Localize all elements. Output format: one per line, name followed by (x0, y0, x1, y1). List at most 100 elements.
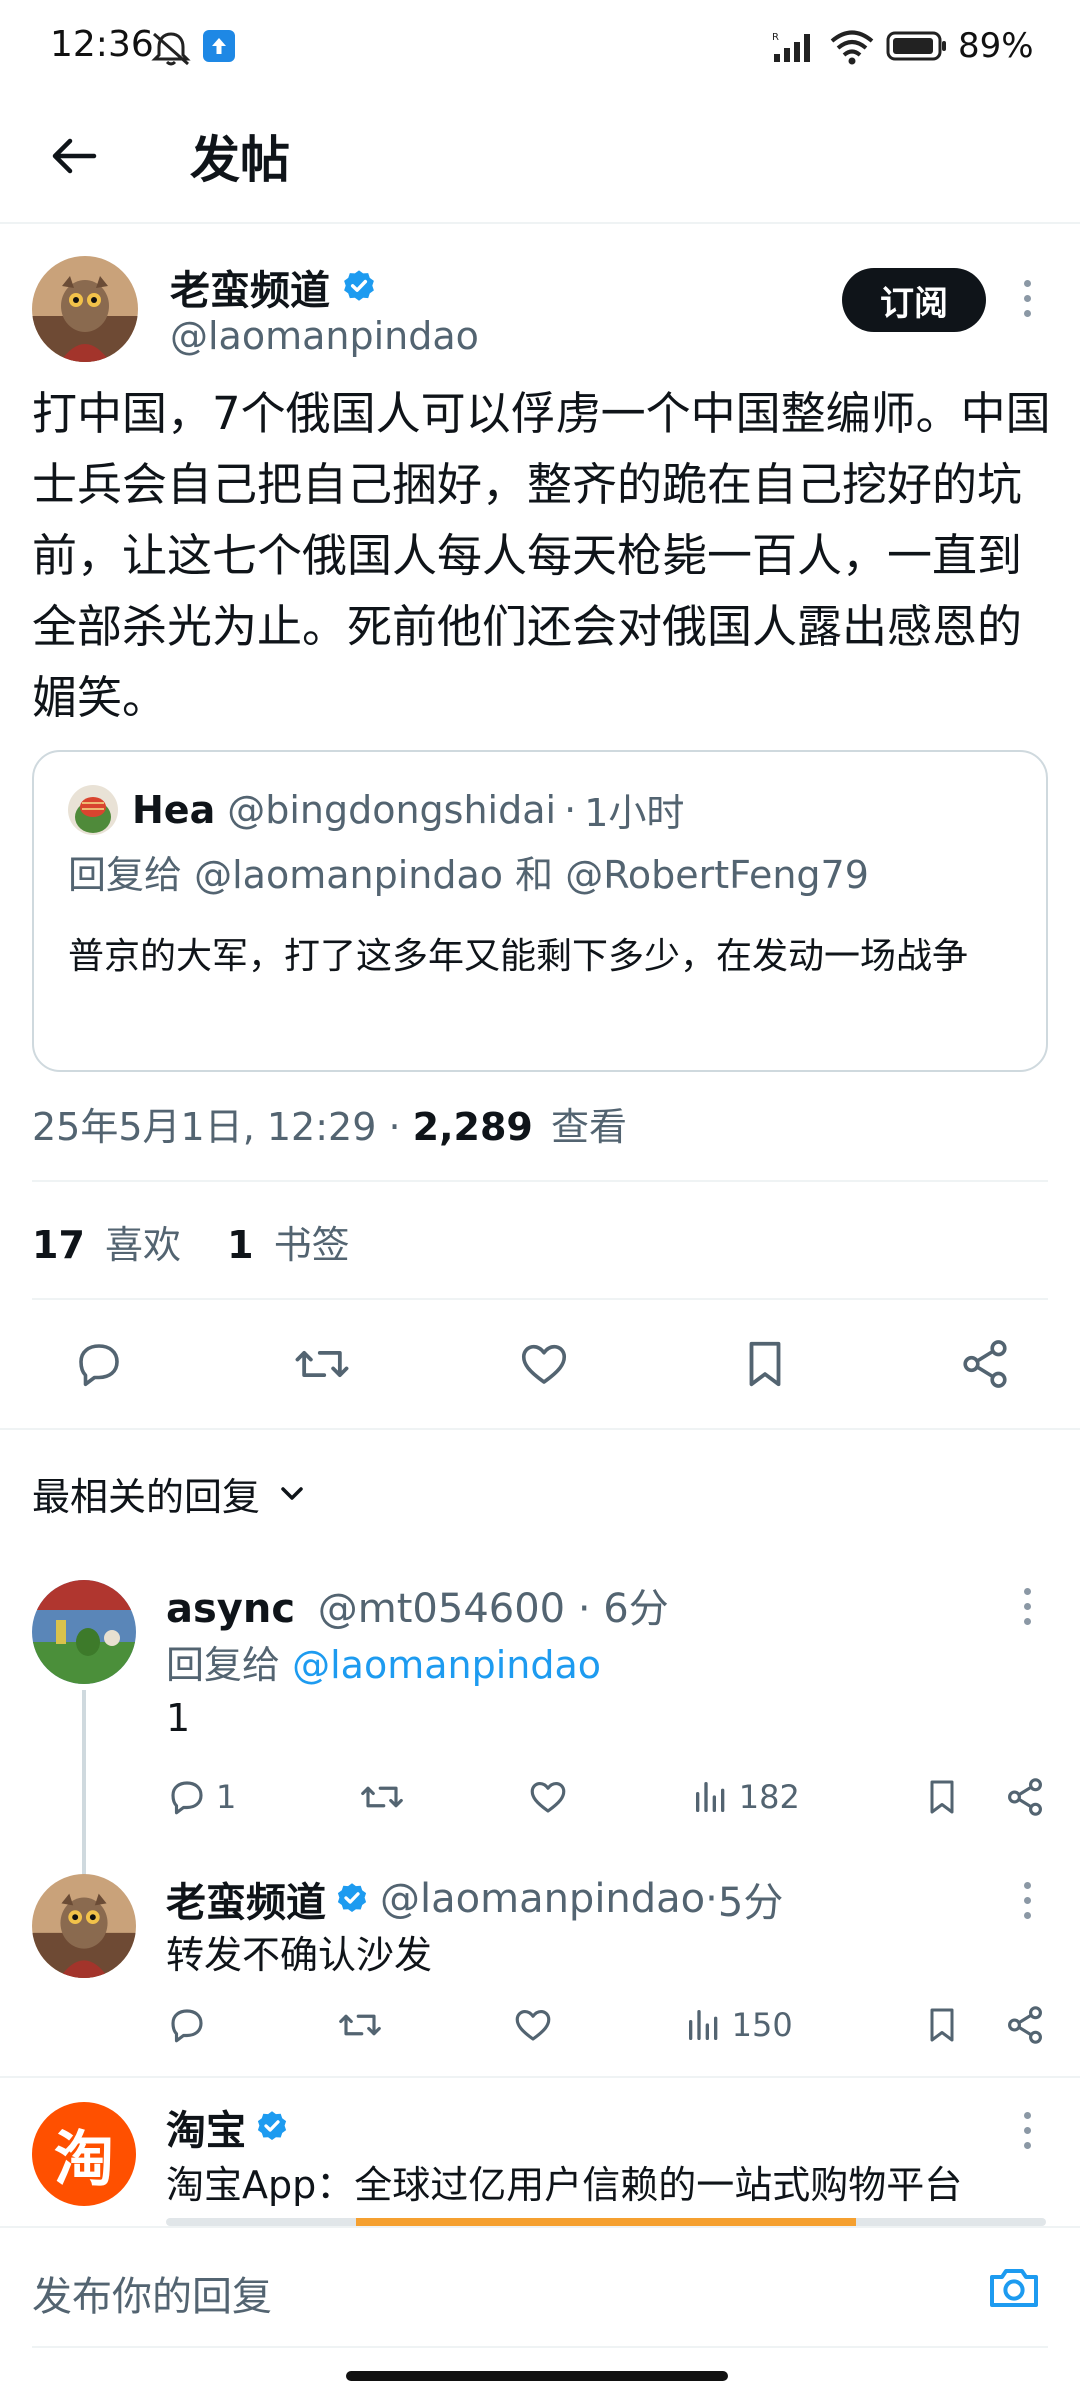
compose-bottom-divider (32, 2346, 1048, 2348)
reply-more-options-icon[interactable] (1012, 1588, 1042, 1625)
bookmark-icon[interactable] (922, 1776, 962, 1818)
reply-to-mention-2[interactable]: @RobertFeng79 (565, 853, 869, 897)
actions-divider (0, 1428, 1080, 1430)
quoted-post-text: 普京的大军，打了这多年又能剩下多少，在发动一场战争 (68, 936, 969, 977)
quoted-post-time: 1小时 (584, 791, 685, 835)
reply-header: async @mt054600 · 6分 (166, 1586, 669, 1632)
battery-percent: 89% (958, 26, 1034, 66)
reply-time: 6分 (603, 1586, 669, 1632)
reply-context-mention[interactable]: @laomanpindao (292, 1643, 601, 1687)
stats-divider (32, 1298, 1048, 1300)
verified-badge-icon (337, 1883, 367, 1913)
ad-text: 淘宝App：全球过亿用户信赖的一站式购物平台 (166, 2163, 963, 2207)
reply-avatar[interactable] (32, 1874, 136, 1978)
reply-author-name[interactable]: 老蛮频道 (166, 1870, 326, 1928)
likes-stat[interactable]: 17 喜欢 (32, 1223, 193, 1267)
quoted-author-name: Hea (132, 787, 216, 832)
bookmark-icon[interactable] (738, 1337, 792, 1391)
reply-author-name[interactable]: async (166, 1586, 295, 1632)
ad-more-options-icon[interactable] (1012, 2112, 1042, 2149)
verified-badge-icon (257, 2111, 287, 2141)
views-label: 查看 (550, 1105, 627, 1149)
post-text: 打中国，7个俄国人可以俘虏一个中国整编师。中国士兵会自己把自己捆好，整齐的跪在自… (32, 387, 1051, 724)
cellular-signal-icon: R (772, 32, 810, 62)
reply-more-options-icon[interactable] (1012, 1882, 1042, 1919)
reply-to-mention-1[interactable]: @laomanpindao (194, 853, 503, 897)
like-heart-icon[interactable] (512, 2004, 554, 2046)
author-avatar[interactable] (32, 256, 138, 362)
meta-divider (32, 1180, 1048, 1182)
reply-views-button[interactable]: 150 (684, 2005, 793, 2045)
upload-app-icon (203, 30, 235, 62)
bookmarks-label: 书签 (273, 1223, 350, 1267)
wifi-icon (830, 30, 874, 65)
quoted-reply-context: 回复给 @laomanpindao 和 @RobertFeng79 (68, 844, 869, 899)
reply-reply-button[interactable]: 1 (166, 1776, 236, 1818)
repost-icon[interactable] (359, 1776, 405, 1818)
thread-line (82, 1690, 86, 1880)
replies-sort-label: 最相关的回复 (32, 1475, 261, 1519)
reply-views: 182 (738, 1778, 800, 1816)
share-icon[interactable] (958, 1337, 1012, 1391)
reply-author-handle[interactable]: @mt054600 (318, 1586, 565, 1632)
analytics-bar-icon (695, 1782, 725, 1812)
reply-views-button[interactable]: 182 (691, 1777, 800, 1817)
ad-media-scrollbar (166, 2218, 1046, 2226)
engagement-stats: 17 喜欢 1 书签 (32, 1214, 350, 1269)
chevron-down-icon (281, 1486, 303, 1500)
reply-time: 5分 (717, 1880, 784, 1926)
reply-views: 150 (731, 2006, 793, 2044)
bookmarks-stat[interactable]: 1 书签 (227, 1223, 350, 1267)
reply-to-and: 和 (515, 853, 554, 897)
compose-divider (0, 2226, 1080, 2228)
back-button[interactable] (36, 118, 112, 194)
status-bar: 12:36 R 89% (0, 0, 1080, 96)
bookmark-icon[interactable] (922, 2004, 962, 2046)
like-heart-icon[interactable] (527, 1776, 569, 1818)
share-icon[interactable] (1004, 2004, 1046, 2046)
bookmarks-count: 1 (227, 1223, 254, 1267)
mute-notification-icon (151, 32, 191, 66)
quoted-post-card[interactable]: Hea @bingdongshidai · 1小时 回复给 @laomanpin… (32, 750, 1048, 1072)
page-title: 发帖 (190, 131, 290, 189)
reply-author-handle[interactable]: @laomanpindao (380, 1876, 705, 1922)
reply-icon[interactable] (72, 1337, 126, 1391)
author-handle[interactable]: @laomanpindao (170, 314, 479, 358)
replies-divider (0, 2076, 1080, 2078)
subscribe-button[interactable]: 订阅 (842, 268, 986, 332)
share-icon[interactable] (1004, 1776, 1046, 1818)
reply-count: 1 (216, 1778, 237, 1816)
reply-text: 1 (166, 1696, 191, 1740)
repost-icon[interactable] (337, 2004, 383, 2046)
reply-action-bar: 1 182 (166, 1772, 1046, 1822)
reply-header: 老蛮频道 @laomanpindao · 5分 (166, 1870, 783, 1928)
camera-icon[interactable] (986, 2262, 1042, 2312)
reply-avatar[interactable] (32, 1580, 136, 1684)
ad-author-name[interactable]: 淘宝 (166, 2098, 246, 2156)
like-heart-icon[interactable] (517, 1337, 571, 1391)
author-name[interactable]: 老蛮频道 (170, 258, 330, 316)
reply-icon (171, 1781, 203, 1815)
analytics-bar-icon (688, 2010, 717, 2040)
likes-count: 17 (32, 1223, 85, 1267)
repost-icon[interactable] (293, 1337, 351, 1391)
post-action-bar (32, 1330, 1052, 1398)
author-name-row[interactable]: 老蛮频道 (170, 258, 378, 316)
reply-icon[interactable] (166, 2004, 208, 2046)
ad-header: 淘宝 (166, 2098, 290, 2156)
post-more-options-icon[interactable] (1012, 280, 1042, 317)
battery-icon (886, 31, 946, 61)
reply-action-bar: 150 (166, 2000, 1046, 2050)
replies-sort-dropdown[interactable]: 最相关的回复 (32, 1466, 306, 1521)
back-arrow-icon (52, 138, 97, 174)
post-meta: 25年5月1日, 12:29 · 2,289 查看 (32, 1105, 627, 1149)
status-time: 12:36 (50, 24, 154, 65)
quoted-author-handle: @bingdongshidai (227, 787, 557, 832)
reply-input[interactable]: 发布你的回复 (32, 2264, 272, 2322)
post-timestamp: 25年5月1日, 12:29 (32, 1105, 377, 1149)
reply-context: 回复给 @laomanpindao (166, 1634, 601, 1689)
taobao-logo[interactable]: 淘 (32, 2102, 136, 2206)
reply-text: 转发不确认沙发 (166, 1933, 433, 1977)
home-indicator[interactable] (346, 2371, 728, 2381)
views-count: 2,289 (412, 1105, 533, 1149)
